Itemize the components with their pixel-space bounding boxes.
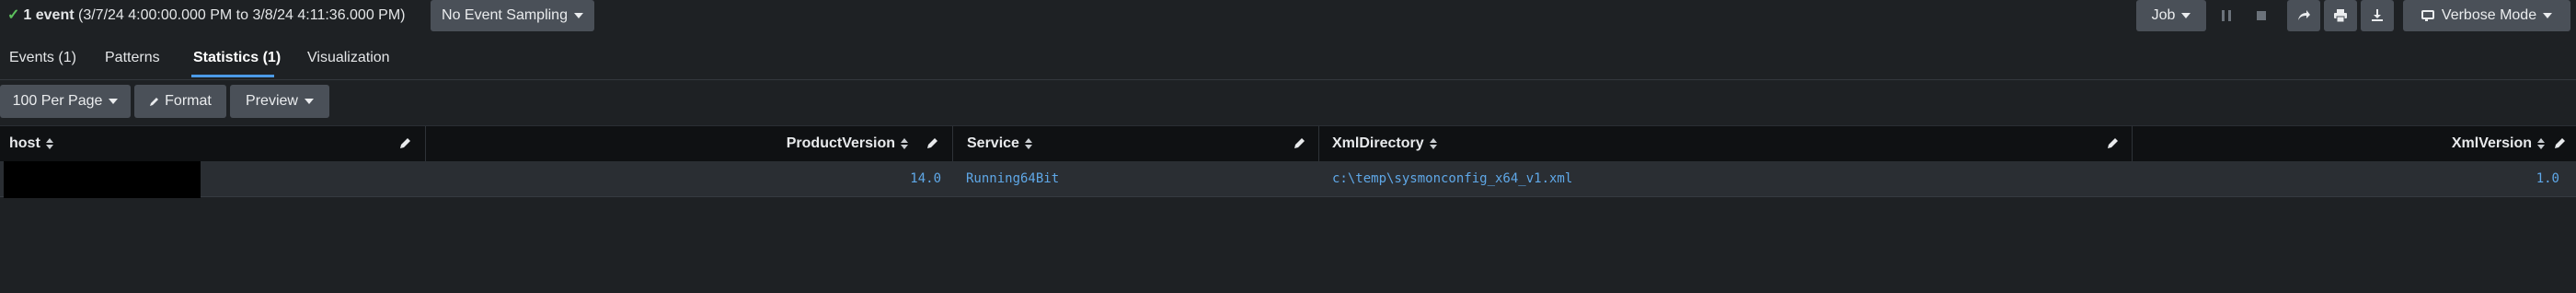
pencil-icon[interactable] bbox=[2554, 136, 2567, 149]
job-label: Job bbox=[2151, 7, 2176, 23]
event-sampling-label: No Event Sampling bbox=[442, 7, 568, 23]
top-bar: ✓ 1 event (3/7/24 4:00:00.000 PM to 3/8/2… bbox=[0, 0, 2576, 33]
column-label: XmlVersion bbox=[2451, 135, 2532, 151]
pencil-icon bbox=[150, 98, 159, 106]
column-label: host bbox=[9, 135, 40, 151]
per-page-label: 100 Per Page bbox=[12, 93, 103, 109]
tab-visualization[interactable]: Visualization bbox=[307, 50, 390, 66]
stop-button[interactable] bbox=[2245, 0, 2278, 31]
active-tab-indicator bbox=[191, 75, 274, 77]
pencil-icon[interactable] bbox=[1294, 136, 1306, 149]
column-label: Service bbox=[967, 135, 1019, 151]
pencil-icon[interactable] bbox=[926, 136, 939, 149]
column-header-xmldirectory[interactable]: XmlDirectory bbox=[1319, 126, 2133, 161]
format-label: Format bbox=[165, 93, 212, 109]
stop-icon bbox=[2257, 11, 2266, 20]
export-button[interactable] bbox=[2361, 0, 2394, 31]
share-icon bbox=[2298, 10, 2310, 20]
check-icon: ✓ bbox=[7, 7, 20, 23]
pause-icon bbox=[2222, 10, 2231, 21]
sort-icon bbox=[1429, 138, 1437, 149]
share-button[interactable] bbox=[2287, 0, 2320, 31]
results-tabs: Events (1) Patterns Statistics (1) Visua… bbox=[0, 42, 2576, 80]
search-mode-label: Verbose Mode bbox=[2441, 7, 2537, 23]
mode-icon bbox=[2421, 10, 2434, 21]
cell-xmldirectory[interactable]: c:\temp\sysmonconfig_x64_v1.xml bbox=[1332, 161, 2123, 196]
print-button[interactable] bbox=[2324, 0, 2357, 31]
cell-service[interactable]: Running64Bit bbox=[966, 161, 1316, 196]
sort-icon bbox=[1024, 138, 1032, 149]
cell-xmlversion[interactable]: 1.0 bbox=[2133, 161, 2559, 196]
pencil-icon[interactable] bbox=[2107, 136, 2120, 149]
tab-patterns[interactable]: Patterns bbox=[105, 50, 160, 66]
per-page-dropdown[interactable]: 100 Per Page bbox=[0, 85, 131, 118]
cell-productversion[interactable]: 14.0 bbox=[426, 161, 941, 196]
caret-down-icon bbox=[2543, 13, 2553, 18]
event-count: 1 event bbox=[23, 7, 75, 23]
pencil-icon[interactable] bbox=[399, 136, 412, 149]
column-label: ProductVersion bbox=[786, 135, 895, 151]
event-sampling-dropdown[interactable]: No Event Sampling bbox=[431, 0, 594, 31]
column-header-productversion[interactable]: ProductVersion bbox=[426, 126, 953, 161]
preview-dropdown[interactable]: Preview bbox=[230, 85, 329, 118]
download-icon bbox=[2372, 9, 2383, 21]
sort-icon bbox=[901, 138, 908, 149]
tab-statistics[interactable]: Statistics (1) bbox=[193, 50, 281, 66]
job-dropdown[interactable]: Job bbox=[2136, 0, 2206, 31]
column-label: XmlDirectory bbox=[1332, 135, 1424, 151]
column-header-service[interactable]: Service bbox=[953, 126, 1319, 161]
format-button[interactable]: Format bbox=[134, 85, 226, 118]
caret-down-icon bbox=[304, 99, 314, 104]
table-header: host ProductVersion Service XmlDirectory… bbox=[0, 125, 2576, 162]
pause-button[interactable] bbox=[2210, 0, 2243, 31]
event-summary: ✓ 1 event (3/7/24 4:00:00.000 PM to 3/8/2… bbox=[7, 6, 406, 24]
preview-label: Preview bbox=[246, 93, 298, 109]
column-header-xmlversion[interactable]: XmlVersion bbox=[2133, 126, 2576, 161]
print-icon bbox=[2334, 9, 2347, 22]
caret-down-icon bbox=[573, 13, 583, 18]
sort-icon bbox=[2537, 138, 2545, 149]
redacted-host-value bbox=[4, 161, 201, 198]
time-range: (3/7/24 4:00:00.000 PM to 3/8/24 4:11:36… bbox=[78, 7, 406, 23]
table-row: 14.0 Running64Bit c:\temp\sysmonconfig_x… bbox=[0, 161, 2576, 197]
sort-icon bbox=[45, 138, 53, 149]
caret-down-icon bbox=[2181, 13, 2191, 18]
caret-down-icon bbox=[109, 99, 119, 104]
tab-events[interactable]: Events (1) bbox=[9, 50, 76, 66]
column-header-host[interactable]: host bbox=[0, 126, 426, 161]
search-mode-dropdown[interactable]: Verbose Mode bbox=[2403, 0, 2570, 31]
